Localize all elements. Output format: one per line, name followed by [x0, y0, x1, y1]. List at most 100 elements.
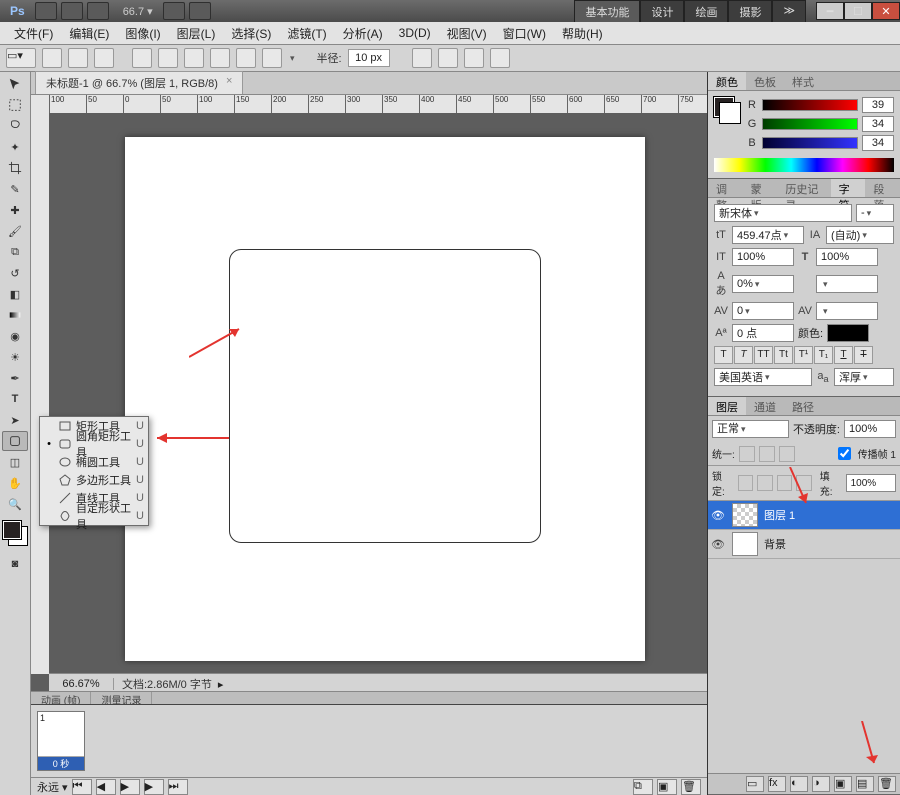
opt-polygon-icon[interactable]: [210, 48, 230, 68]
quickmask-icon[interactable]: ◙: [2, 554, 28, 574]
tool-clone[interactable]: ⧉: [2, 242, 28, 262]
tab-history[interactable]: 历史记录: [777, 179, 830, 197]
menu-window[interactable]: 窗口(W): [495, 22, 554, 45]
tl-first-icon[interactable]: ⏮: [72, 779, 92, 795]
char-size[interactable]: 459.47点▾: [732, 226, 804, 244]
tool-crop[interactable]: [2, 158, 28, 178]
fg-color-swatch[interactable]: [3, 521, 21, 539]
ws-paint[interactable]: 绘画: [684, 0, 728, 23]
lock-paint-icon[interactable]: [757, 475, 772, 491]
ruler-origin[interactable]: [31, 95, 50, 114]
status-docsize[interactable]: 文档:2.86M/0 字节: [114, 676, 212, 692]
window-max[interactable]: ☐: [844, 2, 872, 20]
tool-eraser[interactable]: ◧: [2, 284, 28, 304]
value-b[interactable]: 34: [862, 135, 894, 151]
ws-design[interactable]: 设计: [640, 0, 684, 23]
opt-line-icon[interactable]: [236, 48, 256, 68]
opt-shape-extra[interactable]: ▾: [290, 53, 295, 64]
tool-lasso[interactable]: [2, 116, 28, 136]
tb-screen-icon[interactable]: [189, 2, 211, 20]
tl-newframe-icon[interactable]: ▣: [657, 779, 677, 795]
char-hscale[interactable]: 100%: [816, 248, 878, 266]
value-r[interactable]: 39: [862, 97, 894, 113]
eye-icon[interactable]: 👁: [708, 509, 728, 522]
menu-help[interactable]: 帮助(H): [554, 22, 611, 45]
menu-view[interactable]: 视图(V): [439, 22, 495, 45]
menu-analysis[interactable]: 分析(A): [335, 22, 391, 45]
tb-mb-icon[interactable]: [61, 2, 83, 20]
char-color-swatch[interactable]: [827, 324, 869, 342]
tl-tween-icon[interactable]: ⧉: [633, 779, 653, 795]
menu-edit[interactable]: 编辑(E): [61, 22, 117, 45]
menu-filter[interactable]: 滤镜(T): [279, 22, 334, 45]
ly-link-icon[interactable]: ▭: [746, 776, 764, 792]
char-tracking[interactable]: 0%▾: [732, 275, 794, 293]
tool-shape[interactable]: [2, 431, 28, 451]
tool-pen[interactable]: ✒: [2, 368, 28, 388]
char-lang[interactable]: 美国英语▾: [714, 368, 812, 386]
tool-path-select[interactable]: ➤: [2, 410, 28, 430]
flyout-ellipse[interactable]: 椭圆工具U: [40, 453, 148, 471]
animation-frame[interactable]: 1 0 秒: [37, 711, 85, 771]
tool-move[interactable]: [2, 74, 28, 94]
tab-color[interactable]: 颜色: [708, 72, 746, 90]
tool-eyedropper[interactable]: ✎: [2, 179, 28, 199]
flyout-roundrect[interactable]: •圆角矩形工具U: [40, 435, 148, 453]
window-min[interactable]: ━: [816, 2, 844, 20]
ws-photo[interactable]: 摄影: [728, 0, 772, 23]
char-aa[interactable]: 浑厚▾: [834, 368, 894, 386]
tool-gradient[interactable]: [2, 305, 28, 325]
opt-combine-3[interactable]: [464, 48, 484, 68]
eye-icon[interactable]: 👁: [708, 538, 728, 551]
menu-3d[interactable]: 3D(D): [391, 23, 439, 43]
title-zoom[interactable]: 66.7 ▾: [123, 5, 153, 18]
lock-trans-icon[interactable]: [738, 475, 753, 491]
unify-style-icon[interactable]: [779, 446, 795, 462]
tool-dodge[interactable]: ☀: [2, 347, 28, 367]
menu-select[interactable]: 选择(S): [223, 22, 279, 45]
ws-essentials[interactable]: 基本功能: [574, 0, 640, 23]
tb-arrange-icon[interactable]: [163, 2, 185, 20]
color-preview[interactable]: [714, 97, 740, 123]
ly-group-icon[interactable]: ▣: [834, 776, 852, 792]
opacity-value[interactable]: 100%: [844, 420, 896, 438]
tool-blur[interactable]: ◉: [2, 326, 28, 346]
opt-radius-value[interactable]: 10 px: [348, 49, 390, 67]
char-av[interactable]: ▾: [816, 302, 878, 320]
status-zoom[interactable]: 66.67%: [49, 678, 114, 690]
opt-custom-icon[interactable]: [262, 48, 282, 68]
menu-file[interactable]: 文件(F): [6, 22, 61, 45]
btn-italic[interactable]: T: [734, 346, 753, 364]
flyout-custom[interactable]: 自定形状工具U: [40, 507, 148, 525]
tab-mask[interactable]: 蒙版: [743, 179, 778, 197]
char-baseline[interactable]: 0 点: [732, 324, 794, 342]
ly-mask-icon[interactable]: ◐: [790, 776, 808, 792]
btn-super[interactable]: T¹: [794, 346, 813, 364]
color-swatches[interactable]: [3, 521, 27, 545]
opt-ellipse-icon[interactable]: [184, 48, 204, 68]
char-kerning[interactable]: 0▾: [732, 302, 794, 320]
tool-healing[interactable]: ✚: [2, 200, 28, 220]
frame-duration[interactable]: 0 秒: [38, 757, 84, 770]
btn-sub[interactable]: T₁: [814, 346, 833, 364]
tab-paragraph[interactable]: 段落: [865, 179, 900, 197]
slider-r[interactable]: [762, 99, 858, 111]
tab-layers[interactable]: 图层: [708, 397, 746, 415]
layer-thumb[interactable]: [732, 503, 758, 527]
tool-3d[interactable]: ◫: [2, 452, 28, 472]
tb-bridge-icon[interactable]: [35, 2, 57, 20]
btn-allcaps[interactable]: TT: [754, 346, 773, 364]
char-kern2[interactable]: ▾: [816, 275, 878, 293]
tool-marquee[interactable]: [2, 95, 28, 115]
menu-image[interactable]: 图像(I): [117, 22, 168, 45]
color-ramp[interactable]: [714, 158, 894, 172]
opt-combine-4[interactable]: [490, 48, 510, 68]
tl-last-icon[interactable]: ⏭: [168, 779, 188, 795]
opt-combine-2[interactable]: [438, 48, 458, 68]
opt-paths[interactable]: [68, 48, 88, 68]
propagate-check[interactable]: [838, 447, 851, 460]
ly-adjust-icon[interactable]: ◑: [812, 776, 830, 792]
tl-prev-icon[interactable]: ◀: [96, 779, 116, 795]
tab-animation[interactable]: 动画 (帧): [31, 692, 91, 704]
ruler-horizontal[interactable]: 1005005010015020025030035040045050055060…: [49, 95, 707, 114]
